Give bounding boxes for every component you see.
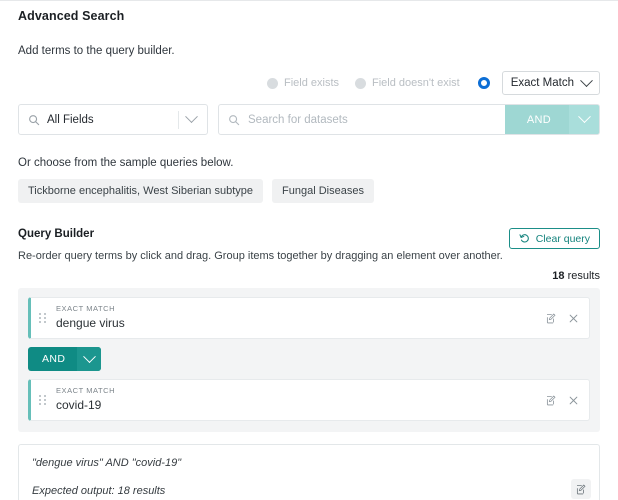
query-builder-header: Query Builder Clear query: [18, 228, 600, 250]
dataset-search-field[interactable]: AND: [218, 104, 600, 135]
undo-icon: [519, 233, 530, 244]
query-operator-label: AND: [42, 353, 66, 365]
sample-query-chip[interactable]: Tickborne encephalitis, West Siberian su…: [18, 179, 264, 203]
field-scope-value: All Fields: [47, 113, 94, 126]
query-term-row[interactable]: EXACT MATCH dengue virus: [28, 297, 590, 339]
query-operator-chip[interactable]: AND: [28, 347, 102, 371]
search-input[interactable]: [240, 105, 505, 134]
edit-icon[interactable]: [571, 479, 591, 499]
close-icon[interactable]: [569, 396, 578, 405]
search-operator-dropdown[interactable]: [569, 105, 599, 134]
close-icon[interactable]: [569, 314, 578, 323]
query-term-actions: [546, 395, 589, 406]
query-term-value: dengue virus: [56, 315, 125, 330]
page-title: Advanced Search: [18, 9, 125, 23]
radio-field-exists[interactable]: Field exists: [266, 77, 340, 89]
sample-queries-label: Or choose from the sample queries below.: [18, 157, 234, 169]
results-count-value: 18: [552, 270, 565, 282]
search-icon: [228, 114, 240, 126]
drag-handle-icon[interactable]: [39, 395, 47, 405]
radio-dot-field-doesnt-exist: [355, 77, 367, 89]
results-count-badge: 18 results: [18, 270, 600, 282]
radio-field-doesnt-exist[interactable]: Field doesn't exist: [355, 77, 460, 89]
sample-queries-list: Tickborne encephalitis, West Siberian su…: [18, 179, 600, 203]
query-operator-dropdown[interactable]: [77, 347, 102, 371]
raw-query-box: "dengue virus" AND "covid-19" Expected o…: [18, 444, 600, 500]
raw-query-expected: Expected output: 18 results: [32, 485, 166, 497]
query-term-kind: EXACT MATCH: [56, 304, 116, 314]
query-term-row[interactable]: EXACT MATCH covid-19: [28, 379, 590, 421]
search-operator-label: AND: [526, 113, 551, 126]
radio-dot-field-exists: [266, 77, 278, 89]
query-builder-panel: EXACT MATCH dengue virus AND EXACT MATCH…: [18, 288, 600, 432]
chevron-down-icon: [83, 349, 96, 363]
query-term-body: EXACT MATCH dengue virus: [56, 305, 546, 330]
advanced-search-page: Advanced Search Add terms to the query b…: [0, 0, 618, 500]
match-type-selected-label: Exact Match: [510, 77, 574, 89]
query-term-value: covid-19: [56, 397, 102, 412]
radio-label-field-exists: Field exists: [283, 77, 340, 89]
chevron-down-icon: [184, 110, 198, 124]
chevron-down-icon: [577, 110, 591, 124]
page-subtitle: Add terms to the query builder.: [18, 45, 175, 57]
radio-exact-match[interactable]: [477, 77, 490, 89]
query-term-actions: [546, 313, 589, 324]
drag-handle-icon[interactable]: [39, 313, 47, 323]
field-scope-select[interactable]: All Fields: [18, 104, 208, 135]
edit-icon[interactable]: [546, 313, 557, 324]
match-type-row: Field exists Field doesn't exist Exact M…: [18, 71, 600, 95]
clear-query-button[interactable]: Clear query: [508, 228, 600, 249]
search-row: All Fields AND: [18, 104, 600, 135]
radio-label-field-doesnt-exist: Field doesn't exist: [372, 77, 460, 89]
search-icon: [28, 114, 40, 126]
query-term-body: EXACT MATCH covid-19: [56, 387, 546, 412]
search-operator-button[interactable]: AND: [504, 105, 599, 134]
field-scope-dropdown-arrow[interactable]: [179, 110, 203, 124]
query-term-kind: EXACT MATCH: [56, 386, 116, 396]
sample-query-chip[interactable]: Fungal Diseases: [272, 179, 374, 203]
results-count-suffix: results: [564, 270, 600, 282]
raw-query-text: "dengue virus" AND "covid-19": [32, 457, 182, 469]
radio-dot-exact-match: [477, 77, 490, 89]
query-builder-title: Query Builder: [18, 228, 95, 240]
chevron-down-icon: [580, 73, 593, 87]
edit-icon[interactable]: [546, 395, 557, 406]
match-type-select[interactable]: Exact Match: [501, 71, 600, 95]
query-builder-help: Re-order query terms by click and drag. …: [18, 250, 503, 262]
clear-query-label: Clear query: [535, 232, 590, 245]
